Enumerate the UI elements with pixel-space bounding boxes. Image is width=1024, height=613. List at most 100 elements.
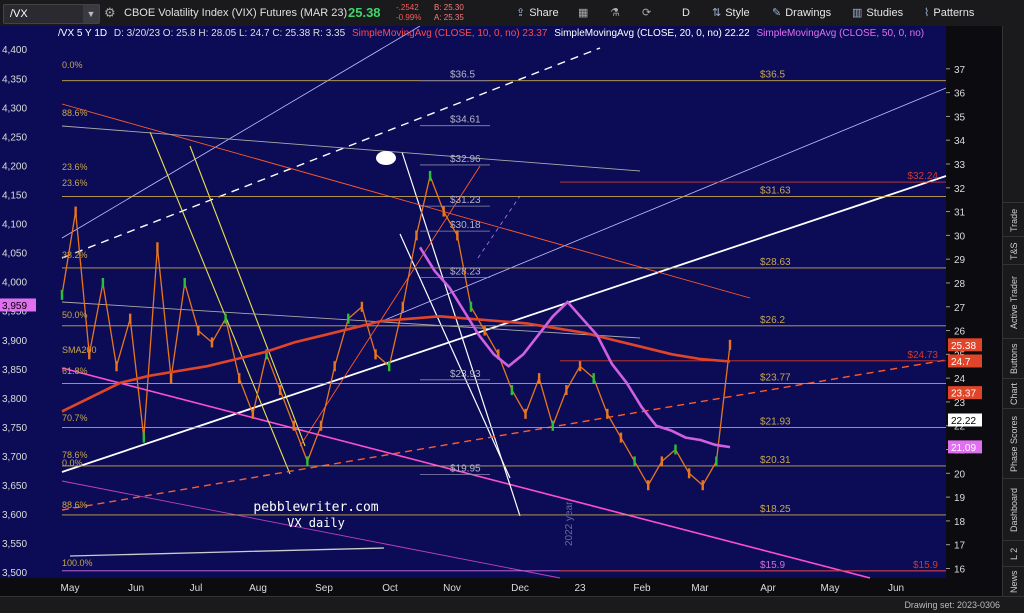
sidebar-tab-news[interactable]: News	[1003, 566, 1024, 597]
candle	[142, 432, 145, 443]
candle	[715, 456, 718, 467]
right-tick-label: 20	[954, 469, 966, 480]
sidebar-tab-chart[interactable]: Chart	[1003, 378, 1024, 409]
grey-level-label: $36.5	[450, 70, 475, 81]
x-tick-label: Feb	[633, 583, 651, 594]
sidebar-tab-trade[interactable]: Trade	[1003, 202, 1024, 237]
status-bar: Drawing set: 2023-0306	[0, 596, 1024, 613]
right-tick-label: 24	[954, 374, 966, 385]
level-label: $31.63	[760, 186, 791, 197]
share-label: Share	[529, 7, 559, 19]
percent-change: -0.99%	[396, 13, 422, 22]
level-label: $21.93	[760, 416, 791, 427]
x-tick-label: Aug	[249, 583, 267, 594]
grey-level-label: $23.93	[450, 369, 481, 380]
x-tick-label: 23	[574, 583, 586, 594]
left-tick-label: 4,250	[2, 132, 27, 143]
ask-price: A: 25.35	[434, 13, 464, 22]
price-badge-label: 25.38	[951, 341, 976, 352]
level-label: $23.77	[760, 373, 791, 384]
sma50-label: SimpleMovingAvg (CLOSE, 50, 0, no)	[756, 28, 925, 39]
candle	[360, 301, 364, 312]
left-tick-label: 4,400	[2, 45, 27, 56]
candle	[347, 313, 350, 324]
share-icon: ⇪	[516, 7, 526, 19]
sidebar-tab-dashboard[interactable]: Dashboard	[1003, 478, 1024, 541]
fib-label: 38.2%	[62, 250, 88, 260]
candle	[374, 349, 377, 360]
candle	[456, 230, 459, 241]
level-label: $15.9	[913, 560, 938, 571]
level-label: $18.25	[760, 504, 791, 515]
symbol-selector[interactable]: /VX ▼	[3, 4, 100, 24]
level-label: $36.5	[760, 70, 785, 81]
grey-level-label: $34.61	[450, 115, 481, 126]
right-tick-label: 33	[954, 160, 966, 171]
studies-button[interactable]: ▥ Studies	[852, 0, 903, 26]
grid-icon[interactable]: ▦	[578, 0, 588, 26]
candle	[565, 385, 568, 396]
candle	[647, 480, 650, 491]
candle	[169, 373, 173, 384]
x-tick-label: Jun	[128, 583, 144, 594]
price-badge-label: 22.22	[951, 416, 976, 427]
sidebar-tab-phase-scores[interactable]: Phase Scores	[1003, 408, 1024, 479]
ohlc-readout: D: 3/20/23 O: 25.8 H: 28.05 L: 24.7 C: 2…	[113, 28, 346, 39]
sma10-label: SimpleMovingAvg (CLOSE, 10, 0, no)	[351, 28, 520, 39]
studies-label: Studies	[866, 7, 904, 19]
left-tick-label: 3,550	[2, 539, 27, 550]
sidebar-tab-l-2[interactable]: L 2	[1003, 540, 1024, 567]
candle	[197, 325, 200, 336]
x-tick-label: Mar	[691, 583, 709, 594]
candle	[387, 361, 391, 372]
candle	[606, 408, 609, 419]
highlight-marker	[376, 151, 396, 165]
candle	[319, 420, 323, 431]
fib-label: 23.6%	[62, 178, 88, 188]
drawings-button[interactable]: ✎ Drawings	[772, 0, 831, 26]
candle	[60, 289, 64, 300]
level-label: $26.2	[760, 315, 785, 326]
gear-icon[interactable]: ⚙	[104, 6, 118, 20]
fib-label: 88.6%	[62, 108, 88, 118]
left-tick-label: 4,100	[2, 220, 27, 231]
chevron-down-icon[interactable]: ▼	[83, 5, 99, 23]
share-button[interactable]: ⇪ Share	[516, 0, 559, 26]
style-label: Style	[725, 7, 750, 19]
sma20-label: SimpleMovingAvg (CLOSE, 20, 0, no)	[554, 28, 722, 39]
right-tick-label: 35	[954, 112, 966, 123]
flask-icon[interactable]: ⚗	[610, 0, 620, 26]
sidebar-tab-buttons[interactable]: Buttons	[1003, 338, 1024, 379]
net-change: -.2542	[396, 3, 419, 12]
left-tick-label: 3,600	[2, 510, 27, 521]
level-label: $28.63	[760, 257, 791, 268]
studies-icon: ▥	[852, 7, 863, 19]
right-tick-label: 31	[954, 208, 966, 219]
chart-canvas[interactable]: $36.5 $31.63 $28.63 $26.2 $23.77 $21.93 $20.31…	[0, 26, 1002, 596]
year-label: 2022 year	[564, 501, 575, 546]
candle	[551, 420, 554, 431]
right-tick-label: 29	[954, 255, 966, 266]
sidebar-tab-active-trader[interactable]: Active Trader	[1003, 264, 1024, 339]
candle	[524, 408, 527, 419]
style-button[interactable]: ⇅ Style	[712, 0, 750, 26]
candle	[401, 301, 405, 312]
toolbar: /VX ▼ ⚙ CBOE Volatility Index (VIX) Futu…	[0, 0, 1024, 27]
candle	[633, 456, 636, 467]
candle	[510, 385, 514, 396]
patterns-button[interactable]: ⌇ Patterns	[924, 0, 974, 26]
drawings-label: Drawings	[785, 7, 832, 19]
drawing-set-label: Drawing set: 2023-0306	[904, 600, 1000, 610]
price-badge-label: 23.37	[951, 389, 976, 400]
x-tick-label: Jun	[888, 583, 904, 594]
x-tick-label: Nov	[443, 583, 461, 594]
level-label: $32.24	[907, 171, 938, 182]
level-label: $15.9	[760, 560, 785, 571]
left-highlight-label: 3,959	[2, 301, 27, 312]
left-tick-label: 3,650	[2, 481, 27, 492]
period-selector[interactable]: D	[682, 0, 690, 26]
left-tick-label: 4,300	[2, 103, 27, 114]
sync-icon[interactable]: ⟳	[642, 0, 651, 26]
sidebar-tab-t-s[interactable]: T&S	[1003, 236, 1024, 265]
fib-label: 0.0%	[62, 458, 83, 468]
